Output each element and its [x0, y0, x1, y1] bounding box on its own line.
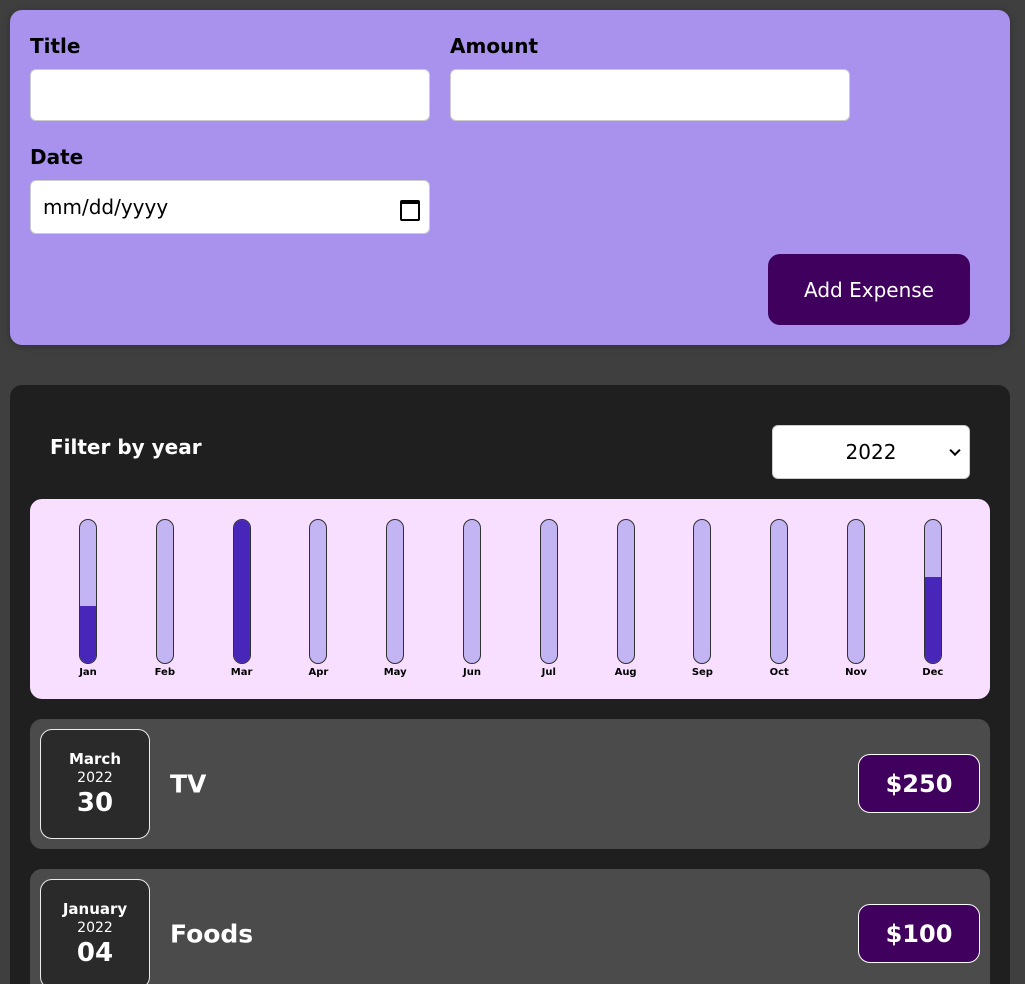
chart-bar-fill: [233, 520, 250, 663]
chart-bar-feb: Feb: [145, 519, 185, 679]
expense-year: 2022: [77, 920, 113, 936]
amount-input[interactable]: [450, 69, 850, 121]
chart-bar-track: [155, 519, 174, 664]
chart-bar-track: [847, 519, 865, 664]
chart-bar-track: [616, 519, 635, 664]
expense-title: Foods: [170, 919, 254, 949]
expense-month: March: [68, 750, 122, 768]
chart-bar-oct: Oct: [759, 519, 799, 679]
expense-month: January: [62, 900, 128, 918]
chart-bar-fill: [924, 577, 941, 663]
expense-day: 04: [76, 938, 114, 968]
chart-bar-jan: Jan: [68, 519, 108, 679]
title-label: Title: [30, 34, 81, 58]
chart-bar-label: Sep: [691, 667, 713, 678]
chart-bar-label: Apr: [308, 667, 329, 678]
filter-label: Filter by year: [50, 435, 202, 459]
expense-date: March 2022 30: [40, 729, 150, 839]
expenses-chart: Jan Feb Mar Apr May Jun Jul Aug Sep Oct Nov Dec: [30, 499, 990, 699]
chart-bar-label: Feb: [154, 667, 175, 678]
chart-bar-mar: Mar: [222, 519, 262, 679]
chart-bar-label: Jun: [463, 667, 481, 678]
selected-year: 2022: [845, 440, 897, 464]
chart-bar-jun: Jun: [452, 519, 492, 679]
amount-label: Amount: [450, 34, 539, 58]
chart-bar-label: Dec: [922, 667, 944, 678]
chart-bar-nov: Nov: [836, 519, 876, 679]
chart-bar-track: [770, 519, 789, 664]
chart-bar-track: [923, 519, 942, 664]
chart-bar-jul: Jul: [529, 519, 569, 679]
expense-amount: $100: [858, 904, 980, 963]
chart-bar-label: Oct: [769, 667, 789, 678]
expense-day: 30: [76, 788, 114, 818]
chart-bar-track: [463, 519, 481, 664]
chart-bar-may: May: [375, 519, 415, 679]
expense-item[interactable]: March 2022 30 TV $250: [30, 719, 990, 849]
chart-bar-aug: Aug: [606, 519, 646, 679]
chart-bar-dec: Dec: [913, 519, 953, 679]
title-input[interactable]: [30, 69, 430, 121]
chart-bar-label: Mar: [230, 667, 253, 678]
expense-amount: $250: [858, 754, 980, 813]
calendar-icon[interactable]: [399, 198, 420, 221]
chart-bar-sep: Sep: [682, 519, 722, 679]
chart-bar-label: Aug: [614, 667, 637, 678]
year-select[interactable]: 2022: [772, 425, 970, 479]
expense-date: January 2022 04: [40, 879, 150, 984]
chevron-down-icon: [949, 444, 961, 457]
chart-bar-label: Jul: [541, 667, 556, 678]
expense-year: 2022: [77, 770, 113, 786]
chart-bar-track: [79, 519, 97, 664]
date-input[interactable]: mm/dd/yyyy: [30, 180, 430, 234]
add-expense-button[interactable]: Add Expense: [768, 254, 970, 325]
chart-bar-track: [309, 519, 328, 664]
chart-bar-label: May: [383, 667, 407, 678]
chart-bar-label: Jan: [79, 667, 97, 678]
chart-bar-apr: Apr: [298, 519, 338, 679]
expense-title: TV: [170, 769, 207, 799]
chart-bar-track: [232, 519, 251, 664]
chart-bar-label: Nov: [845, 667, 867, 678]
date-label: Date: [30, 145, 84, 169]
new-expense-form: Title Amount Date mm/dd/yyyy Add Expense: [10, 10, 1010, 345]
chart-bar-track: [693, 519, 712, 664]
expense-item[interactable]: January 2022 04 Foods $100: [30, 869, 990, 984]
expenses-panel: Filter by year 2022 Jan Feb Mar Apr May Jun Ju…: [10, 385, 1010, 984]
date-placeholder: mm/dd/yyyy: [43, 195, 169, 219]
chart-bar-fill: [80, 605, 96, 663]
chart-bar-track: [539, 519, 558, 664]
chart-bar-track: [386, 519, 405, 664]
